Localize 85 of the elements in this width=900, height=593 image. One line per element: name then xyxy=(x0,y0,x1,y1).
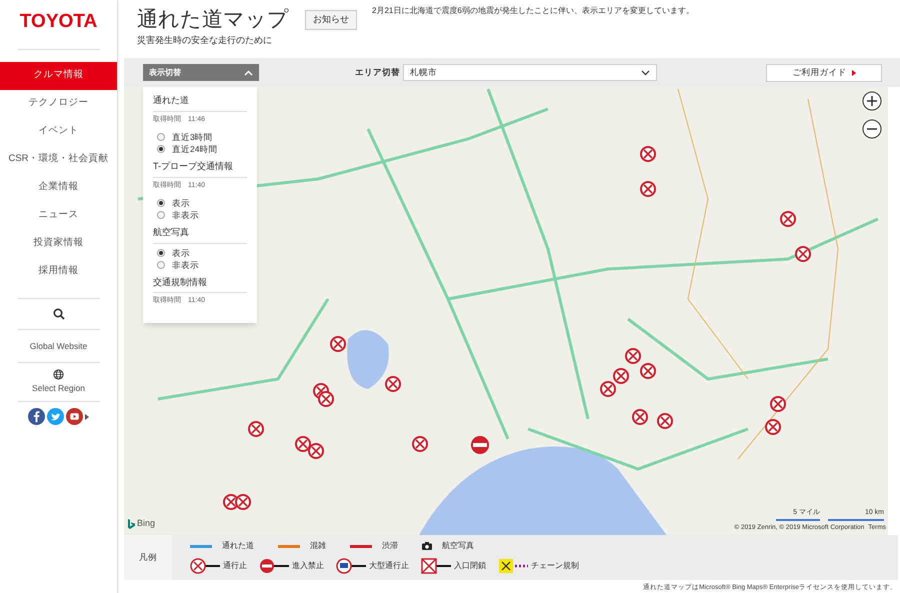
nav-item[interactable]: 企業情報 xyxy=(0,174,117,202)
legend-label: 混雑 xyxy=(310,540,326,552)
nav-item[interactable]: イベント xyxy=(0,118,117,146)
global-website-link[interactable]: Global Website xyxy=(30,340,88,352)
no-entry-icon xyxy=(259,558,289,574)
closure-marker-icon[interactable] xyxy=(640,146,656,162)
closure-marker-icon[interactable] xyxy=(765,419,781,436)
closure-marker-icon[interactable] xyxy=(780,211,796,228)
display-toggle-button[interactable]: 表示切替 xyxy=(143,64,259,82)
area-label: エリア切替 xyxy=(355,66,400,79)
search-icon[interactable] xyxy=(52,308,64,320)
legend-label: 通れた道 xyxy=(222,540,254,552)
page-title: 通れた道マップ xyxy=(137,7,287,33)
panel-section-title: T-プローブ交通情報 xyxy=(153,160,247,178)
closure-marker-icon[interactable] xyxy=(412,436,428,452)
logo[interactable]: TOYOTA xyxy=(20,8,98,36)
area-select[interactable]: 札幌市 xyxy=(403,64,657,82)
panel-section-title: 航空写真 xyxy=(153,226,247,244)
legend-label: チェーン規制 xyxy=(531,560,579,572)
radio-option[interactable]: 表示 xyxy=(157,197,247,210)
page-subtitle: 災害発生時の安全な走行のために xyxy=(137,34,273,47)
nav-item[interactable]: クルマ情報 xyxy=(0,62,117,90)
closure-marker-icon xyxy=(190,558,220,574)
legend-label: 通行止 xyxy=(223,560,247,572)
radio-option[interactable]: 非表示 xyxy=(157,209,247,222)
closure-marker-icon[interactable] xyxy=(625,348,641,364)
closure-marker-icon[interactable] xyxy=(770,396,786,412)
radio-button[interactable] xyxy=(157,248,165,257)
legend-label: 大型通行止 xyxy=(369,560,409,572)
radio-button[interactable] xyxy=(157,211,165,220)
video-icon[interactable] xyxy=(66,408,83,425)
closure-marker-icon[interactable] xyxy=(235,494,251,510)
zoom-out-icon[interactable] xyxy=(862,119,882,140)
legend-label: 入口閉鎖 xyxy=(454,560,486,572)
closure-marker-icon[interactable] xyxy=(600,381,616,398)
nav-item[interactable]: 投資家情報 xyxy=(0,230,117,258)
chevron-up-icon xyxy=(244,70,253,76)
notice-text: 2月21日に北海道で震度6弱の地震が発生したことに伴い、表示エリアを変更しています。 xyxy=(372,5,694,17)
radio-button[interactable] xyxy=(157,199,165,208)
legend-title: 凡例 xyxy=(124,534,172,580)
closure-marker-icon[interactable] xyxy=(330,336,346,352)
globe-icon[interactable] xyxy=(53,369,64,380)
closure-marker-icon[interactable] xyxy=(795,246,811,262)
bing-label: Bing xyxy=(137,517,156,530)
no-entry-marker-icon[interactable] xyxy=(471,436,489,454)
closure-marker-icon[interactable] xyxy=(318,391,334,408)
radio-option[interactable]: 表示 xyxy=(157,246,247,259)
twitter-icon[interactable] xyxy=(47,408,64,425)
guide-button[interactable]: ご利用ガイド xyxy=(766,64,882,82)
select-region-link[interactable]: Select Region xyxy=(32,382,85,395)
closure-marker-icon[interactable] xyxy=(295,436,311,452)
closure-marker-icon[interactable] xyxy=(632,409,648,426)
legend-label: 航空写真 xyxy=(442,540,474,552)
closure-marker-icon[interactable] xyxy=(385,376,401,392)
legend-label: 進入禁止 xyxy=(292,560,324,572)
chain-icon xyxy=(498,558,528,574)
nav-item[interactable]: CSR・環境・社会貢献 xyxy=(0,146,117,174)
closure-marker-icon[interactable] xyxy=(613,368,629,384)
camera-icon xyxy=(422,542,432,550)
lake-shape xyxy=(347,330,389,390)
radio-option[interactable]: 直近24時間 xyxy=(157,143,247,156)
facebook-icon[interactable] xyxy=(28,408,45,425)
zoom-in-icon[interactable] xyxy=(862,91,882,112)
radio-button[interactable] xyxy=(157,133,165,142)
radio-option[interactable]: 非表示 xyxy=(157,258,247,271)
closure-marker-icon[interactable] xyxy=(657,413,673,430)
legend-label: 渋滞 xyxy=(382,540,398,552)
radio-button[interactable] xyxy=(157,145,165,154)
bing-logo-icon xyxy=(128,518,135,529)
panel-section-title: 通れた道 xyxy=(153,94,247,112)
caret-icon xyxy=(852,70,856,76)
radio-button[interactable] xyxy=(157,260,165,269)
closure-marker-icon[interactable] xyxy=(248,421,264,438)
ramp-closure-icon xyxy=(421,558,451,574)
closure-marker-icon[interactable] xyxy=(640,181,656,198)
panel-section-title: 交通規制情報 xyxy=(153,276,247,294)
closure-marker-icon[interactable] xyxy=(308,443,324,460)
nav-item[interactable]: 採用情報 xyxy=(0,258,117,286)
notice-button[interactable]: お知らせ xyxy=(305,10,357,30)
nav-item[interactable]: ニュース xyxy=(0,202,117,230)
caret-icon[interactable] xyxy=(85,414,89,420)
closure-marker-icon[interactable] xyxy=(640,363,656,380)
chevron-down-icon xyxy=(641,70,650,76)
nav-item[interactable]: テクノロジー xyxy=(0,90,117,118)
radio-option[interactable]: 直近3時間 xyxy=(157,131,247,144)
